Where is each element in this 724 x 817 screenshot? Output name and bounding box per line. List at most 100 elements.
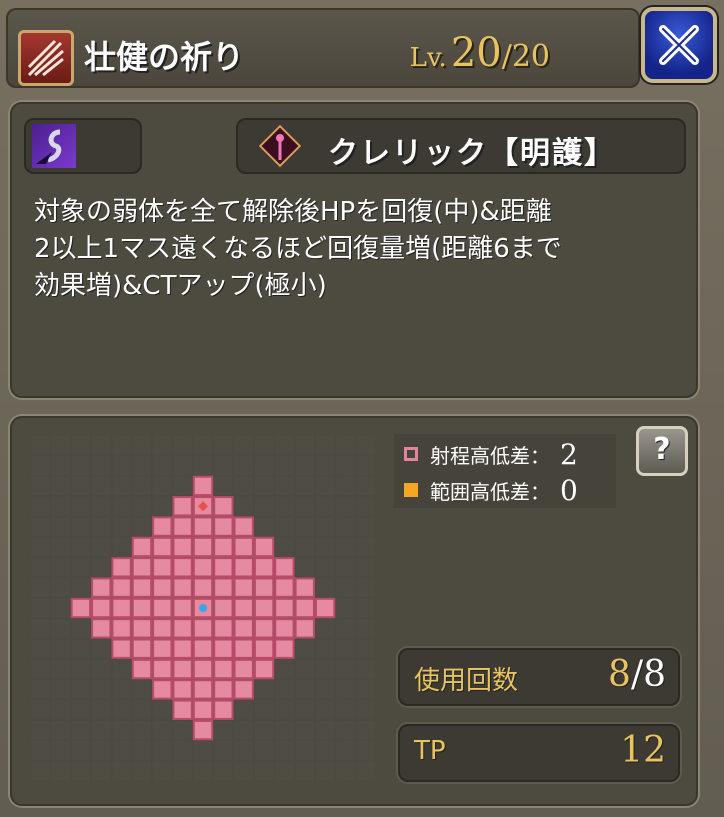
range-cell: [152, 557, 173, 578]
grid-cell: [71, 680, 91, 699]
grid-cell: [356, 680, 375, 699]
grid-cell: [356, 436, 375, 455]
grid-cell: [51, 578, 70, 597]
range-cell: [253, 597, 275, 619]
grid-cell: [315, 720, 335, 740]
legend-area-swatch: [404, 483, 418, 497]
range-cell: [213, 536, 234, 558]
grid-cell: [275, 680, 294, 699]
range-cell: [294, 597, 315, 619]
grid-cell: [356, 537, 375, 557]
grid-cell: [132, 436, 152, 455]
range-cell: [233, 597, 254, 619]
grid-cell: [173, 436, 192, 455]
description-line: 効果増)&CTアップ(極小): [34, 271, 327, 301]
grid-cell: [234, 761, 253, 780]
grid-cell: [92, 436, 111, 455]
range-cell: [91, 597, 112, 619]
grid-cell: [132, 700, 152, 719]
grid-cell: [295, 497, 314, 516]
grid-cell: [31, 497, 50, 516]
grid-cell: [336, 598, 355, 618]
range-cell: [152, 658, 173, 680]
grid-cell: [31, 761, 50, 780]
grid-cell: [51, 517, 70, 536]
legend-range-height: 射程高低差： 2: [404, 437, 578, 471]
grid-cell: [315, 578, 335, 597]
grid-cell: [51, 700, 70, 719]
grid-cell: [295, 558, 314, 577]
grid-cell: [173, 720, 192, 740]
close-x-icon: [659, 25, 699, 65]
close-button[interactable]: [641, 7, 717, 83]
grid-cell: [275, 497, 294, 516]
grid-cell: [51, 680, 70, 699]
grid-cell: [254, 497, 274, 516]
grid-cell: [193, 761, 213, 780]
range-cell: [111, 577, 132, 598]
grid-cell: [254, 741, 274, 760]
grid-cell: [51, 659, 70, 679]
grid-cell: [51, 476, 70, 496]
grid-cell: [112, 537, 131, 557]
grid-cell: [356, 741, 375, 760]
grid-cell: [356, 497, 375, 516]
range-cell: [233, 536, 254, 558]
legend-area-label: 範囲高低差：: [430, 479, 550, 504]
help-button[interactable]: ?: [636, 426, 688, 476]
legend-area-value: 0: [560, 473, 578, 507]
grid-cell: [112, 497, 131, 516]
grid-cell: [31, 476, 50, 496]
range-cell: [274, 618, 295, 639]
grid-cell: [336, 497, 355, 516]
grid-cell: [71, 497, 91, 516]
range-cell: [314, 597, 336, 619]
range-cell: [192, 719, 214, 741]
legend-range-swatch: [404, 447, 418, 461]
grid-cell: [295, 659, 314, 679]
grid-cell: [254, 456, 274, 475]
range-cell: [131, 638, 153, 659]
grid-cell: [112, 700, 131, 719]
skill-description: 対象の弱体を全て解除後HPを回復(中)&距離 2以上1マス遠くなるほど回復量増(…: [34, 194, 674, 305]
legend-range-label: 射程高低差：: [430, 443, 550, 468]
grid-cell: [275, 761, 294, 780]
grid-cell: [336, 456, 355, 475]
grid-cell: [254, 517, 274, 536]
grid-cell: [295, 537, 314, 557]
range-cell: [253, 536, 275, 558]
range-cell: [253, 577, 275, 598]
range-cell: [192, 679, 214, 700]
grid-cell: [336, 578, 355, 597]
grid-cell: [336, 436, 355, 455]
range-cell: [213, 557, 234, 578]
grid-cell: [112, 761, 131, 780]
grid-cell: [193, 741, 213, 760]
grid-cell: [112, 517, 131, 536]
grid-cell: [275, 456, 294, 475]
range-cell: [172, 496, 193, 517]
grid-cell: [336, 619, 355, 638]
range-cell: [274, 638, 295, 659]
grid-cell: [153, 456, 172, 475]
grid-cell: [275, 436, 294, 455]
level-max: /20: [501, 39, 550, 74]
grid-cell: [31, 598, 50, 618]
grid-cell: [92, 537, 111, 557]
grid-cell: [214, 741, 233, 760]
grid-cell: [315, 517, 335, 536]
grid-cell: [254, 720, 274, 740]
legend-range-value: 2: [560, 437, 578, 471]
grid-cell: [234, 456, 253, 475]
range-cell: [91, 618, 112, 639]
grid-cell: [51, 639, 70, 658]
grid-cell: [31, 680, 50, 699]
range-cell: [213, 699, 234, 720]
range-cell: [192, 577, 214, 598]
range-cell: [152, 516, 173, 537]
range-grid: [30, 435, 376, 781]
range-cell: [213, 597, 234, 619]
range-panel: 射程高低差： 2 範囲高低差： 0 ? 使用回数 8/8 TP 12: [10, 416, 698, 806]
range-cell: [274, 577, 295, 598]
grid-cell: [51, 619, 70, 638]
